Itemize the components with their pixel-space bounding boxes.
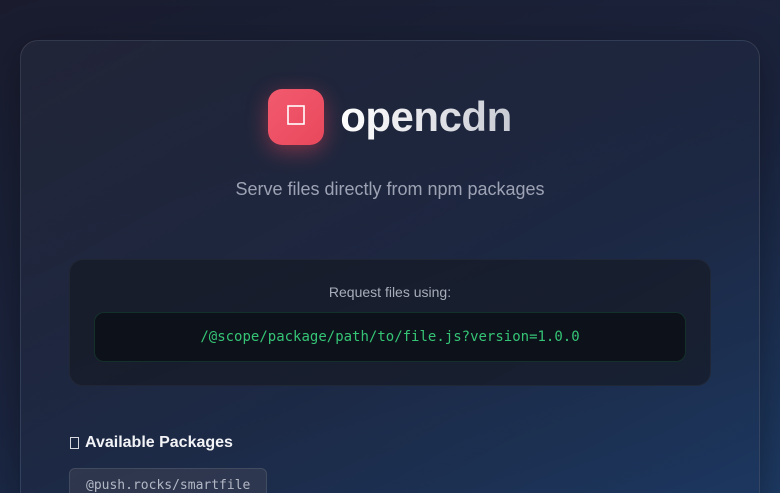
- brand-header: opencdn: [21, 89, 759, 145]
- tagline: Serve files directly from npm packages: [235, 179, 545, 199]
- section-title-label: Available Packages: [85, 434, 233, 451]
- usage-label: Request files using:: [328, 284, 452, 300]
- package-list: @push.rocks/smartfile: [69, 468, 268, 493]
- package-icon: [70, 437, 79, 449]
- usage-box: Request files using: /@scope/package/pat…: [69, 259, 711, 386]
- section-title: Available Packages: [70, 434, 233, 452]
- package-icon: [284, 103, 308, 132]
- usage-code-example: /@scope/package/path/to/file.js?version=…: [94, 312, 686, 362]
- logo: [268, 89, 325, 145]
- brand-name: opencdn: [340, 93, 512, 140]
- package-link[interactable]: @push.rocks/smartfile: [69, 468, 268, 493]
- main-card: opencdn Serve files directly from npm pa…: [20, 40, 760, 493]
